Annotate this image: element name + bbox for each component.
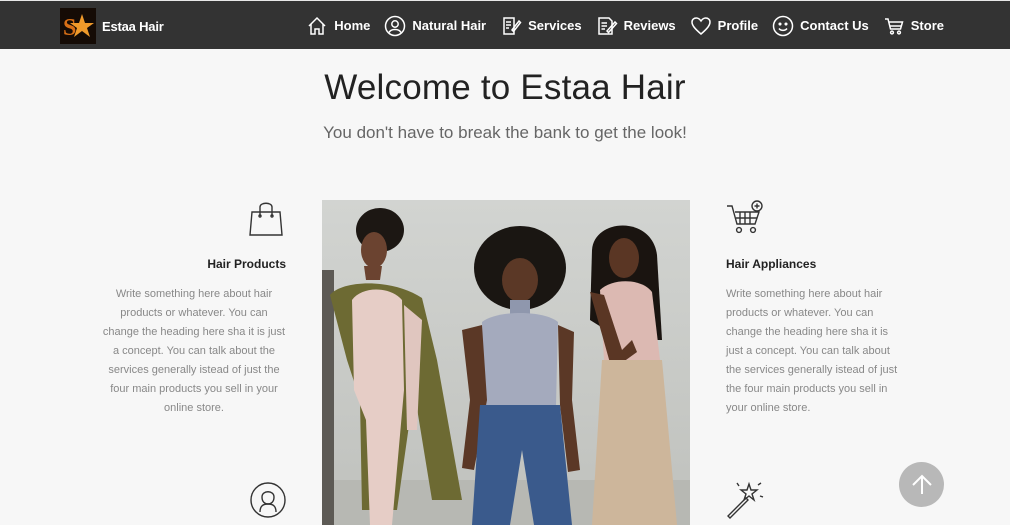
cart-add-icon bbox=[726, 198, 766, 238]
navbar: S Estaa Hair Home Natural Hair Services bbox=[0, 0, 1010, 49]
brand-link[interactable]: S Estaa Hair bbox=[60, 8, 164, 44]
heart-icon bbox=[690, 15, 712, 37]
nav-natural-hair-label: Natural Hair bbox=[412, 18, 487, 33]
svg-text:S: S bbox=[63, 15, 76, 41]
nav-home-label: Home bbox=[334, 18, 371, 33]
feature-hair-products: Hair Products Write something here about… bbox=[96, 198, 286, 418]
nav-reviews-label: Reviews bbox=[623, 18, 676, 33]
nav-contact-us-label: Contact Us bbox=[800, 18, 869, 33]
brand-name: Estaa Hair bbox=[102, 18, 164, 34]
edit-document-icon bbox=[500, 15, 522, 37]
feature-hair-appliances: Hair Appliances Write something here abo… bbox=[726, 198, 916, 418]
nav-services-label: Services bbox=[528, 18, 582, 33]
back-to-top-button[interactable] bbox=[899, 462, 944, 507]
feature-title: Hair Products bbox=[207, 257, 286, 271]
home-icon bbox=[306, 15, 328, 37]
page-title: Welcome to Estaa Hair bbox=[324, 68, 686, 107]
nav-services[interactable]: Services bbox=[500, 15, 582, 37]
nav-profile-label: Profile bbox=[717, 18, 759, 33]
smiley-icon bbox=[772, 15, 794, 37]
page-subtitle: You don't have to break the bank to get … bbox=[323, 123, 687, 142]
nav-profile[interactable]: Profile bbox=[690, 15, 758, 37]
nav-contact-us[interactable]: Contact Us bbox=[772, 15, 869, 37]
person-circle-icon bbox=[248, 480, 288, 520]
nav-reviews[interactable]: Reviews bbox=[596, 15, 676, 37]
main-nav: Home Natural Hair Services Reviews Profi… bbox=[306, 1, 944, 50]
nav-store-label: Store bbox=[910, 18, 944, 33]
magic-wand-icon bbox=[724, 480, 764, 520]
shopping-bag-icon bbox=[246, 198, 286, 238]
review-document-icon bbox=[596, 15, 618, 37]
feature-description: Write something here about hair products… bbox=[726, 288, 898, 414]
feature-description: Write something here about hair products… bbox=[102, 288, 286, 414]
nav-home[interactable]: Home bbox=[306, 15, 370, 37]
hero-photo bbox=[322, 200, 690, 525]
user-circle-icon bbox=[384, 15, 406, 37]
cart-icon bbox=[883, 15, 905, 37]
feature-title: Hair Appliances bbox=[726, 257, 817, 271]
nav-store[interactable]: Store bbox=[883, 15, 944, 37]
star-logo-icon: S bbox=[60, 8, 96, 44]
nav-natural-hair[interactable]: Natural Hair bbox=[384, 15, 486, 37]
arrow-up-icon bbox=[909, 472, 935, 498]
